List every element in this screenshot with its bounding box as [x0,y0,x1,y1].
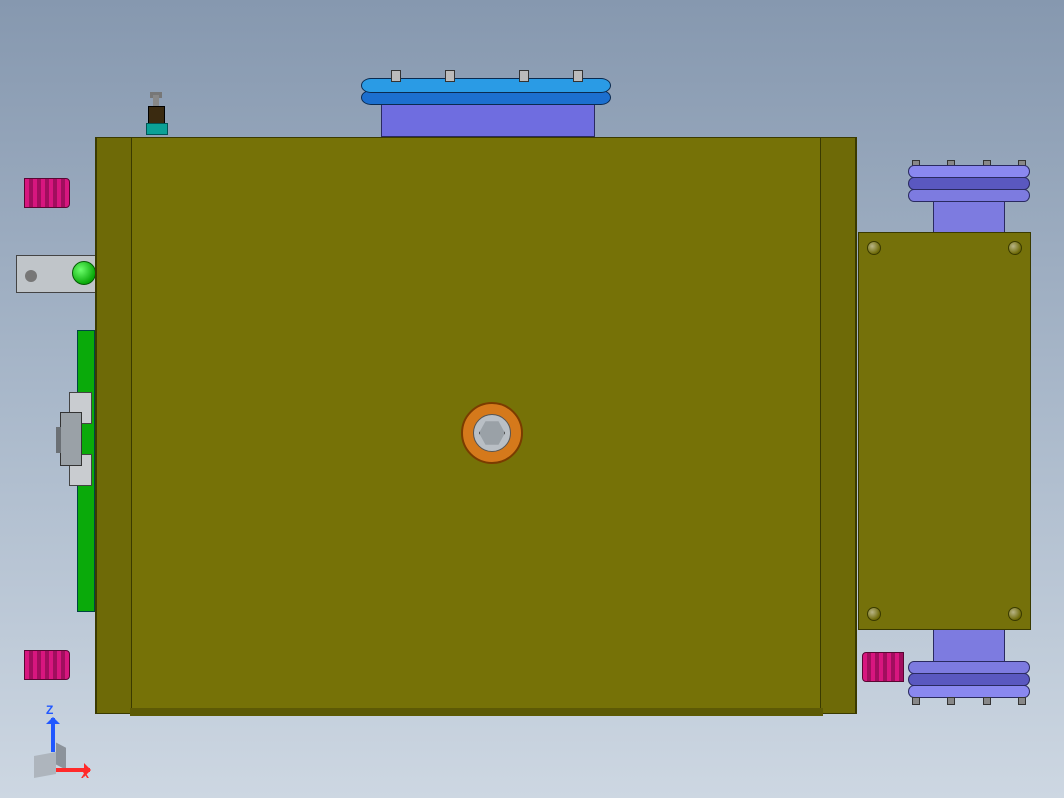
top-flange-bolt [391,70,401,82]
top-flange-bolt [519,70,529,82]
chassis-bottom-lip [130,708,823,716]
pipe-upper [933,198,1005,236]
axis-label-x: X [81,768,89,780]
left-slot-connector [60,412,82,466]
left-port-lower [24,650,70,680]
left-port-upper [24,178,70,208]
top-flange-bolt [573,70,583,82]
sensor-body [148,106,165,124]
axis-z-arrow-icon [51,718,55,752]
view-orientation-triad[interactable]: Z X [26,704,104,782]
top-flange-bolt [445,70,455,82]
right-flange-upper [908,166,1030,202]
flange-bolts-lower [912,697,1026,705]
right-flange-lower [908,662,1030,698]
axis-label-z: Z [46,704,53,716]
right-port-lower [862,652,904,682]
view-cube-icon[interactable] [34,752,56,778]
right-cover-plate [858,232,1031,630]
sensor-collar [146,123,168,135]
indicator-ball-icon [72,261,96,285]
top-flange-cylinder [381,100,595,137]
cad-3d-viewport[interactable]: Z X [0,0,1064,798]
